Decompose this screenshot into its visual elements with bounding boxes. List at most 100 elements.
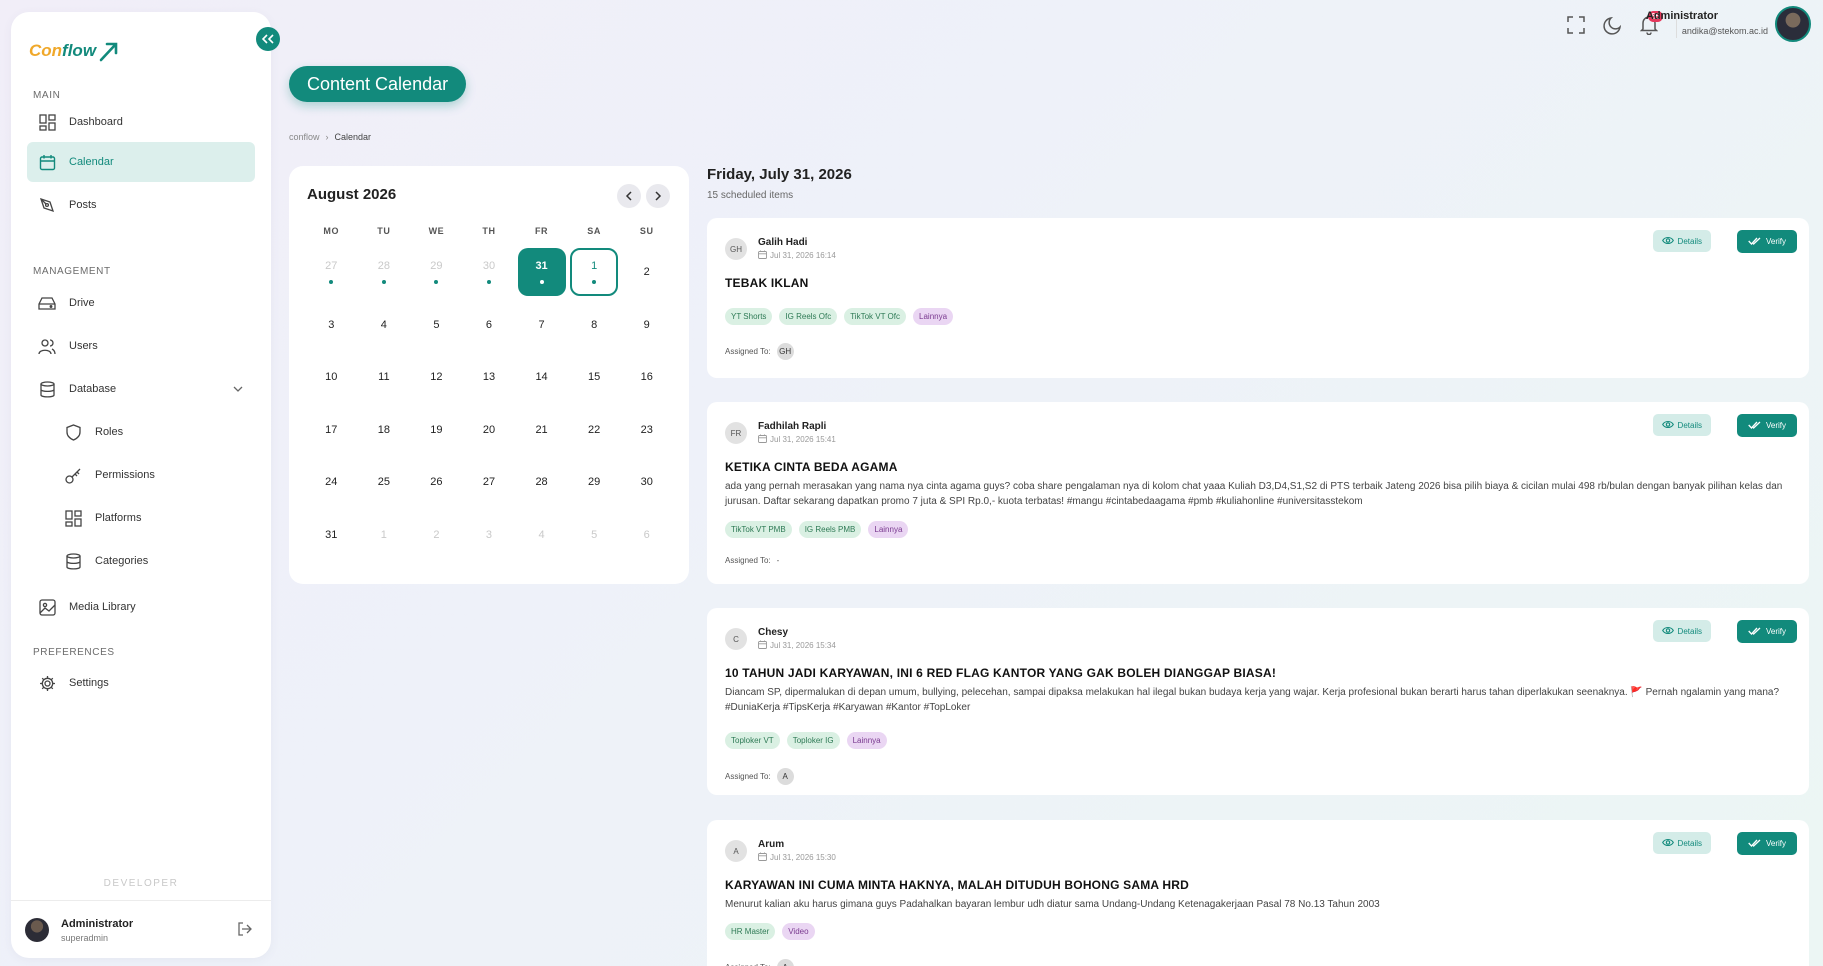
calendar-day[interactable]: 18 [358, 404, 411, 457]
platform-tag: IG Reels PMB [798, 521, 862, 538]
sidebar-item-drive[interactable]: Drive [27, 283, 255, 323]
verify-button[interactable]: Verify [1736, 230, 1797, 253]
calendar-day[interactable]: 3 [305, 299, 358, 352]
chevron-down-icon[interactable] [233, 383, 243, 395]
breadcrumb-item[interactable]: conflow [289, 132, 320, 142]
calendar-day[interactable]: 21 [515, 404, 568, 457]
calendar-day[interactable]: 24 [305, 456, 358, 509]
calendar-day[interactable]: 19 [410, 404, 463, 457]
verify-button[interactable]: Verify [1736, 414, 1797, 437]
calendar-day[interactable]: 16 [620, 351, 673, 404]
platform-tag: HR Master [725, 923, 776, 940]
event-dot [539, 280, 544, 285]
sidebar-item-platforms[interactable]: Platforms [53, 498, 255, 538]
calendar-day[interactable]: 30 [463, 246, 516, 299]
logout-icon[interactable] [237, 921, 253, 942]
platform-tag: IG Reels Ofc [779, 308, 838, 325]
calendar-day[interactable]: 23 [620, 404, 673, 457]
section-preferences: PREFERENCES [33, 647, 115, 658]
next-month-button[interactable] [646, 184, 670, 208]
event-dot [381, 280, 386, 285]
calendar-day[interactable]: 5 [410, 299, 463, 352]
calendar-day[interactable]: 27 [463, 456, 516, 509]
calendar-day[interactable]: 12 [410, 351, 463, 404]
details-button[interactable]: Details [1652, 230, 1711, 252]
calendar-day[interactable]: 3 [463, 509, 516, 562]
sidebar-item-media-library[interactable]: Media Library [27, 587, 255, 627]
verify-button[interactable]: Verify [1736, 832, 1797, 855]
calendar-day[interactable]: 26 [410, 456, 463, 509]
calendar-day[interactable]: 28 [515, 456, 568, 509]
weekday-label: TH [482, 226, 496, 236]
calendar-day[interactable]: 13 [463, 351, 516, 404]
calendar-day[interactable]: 31 [305, 509, 358, 562]
sidebar-item-posts[interactable]: Posts [27, 185, 255, 225]
day-number: 3 [485, 528, 493, 541]
verify-label: Verify [1765, 237, 1786, 246]
verify-button[interactable]: Verify [1736, 620, 1797, 643]
day-number: 23 [640, 423, 653, 436]
sidebar-item-settings[interactable]: Settings [27, 663, 255, 703]
calendar-day[interactable]: 2 [410, 509, 463, 562]
day-number: 10 [325, 371, 338, 384]
calendar-day[interactable]: 29 [410, 246, 463, 299]
moon-icon[interactable] [1601, 13, 1625, 37]
details-button[interactable]: Details [1652, 620, 1711, 642]
sidebar-item-roles[interactable]: Roles [53, 412, 255, 452]
sidebar-item-categories[interactable]: Categories [53, 541, 255, 581]
chevron-right-icon: › [325, 132, 329, 142]
calendar-day[interactable]: 17 [305, 404, 358, 457]
sidebar-item-calendar[interactable]: Calendar [27, 142, 255, 182]
platform-tag: Video [782, 923, 815, 940]
calendar-day[interactable]: 6 [463, 299, 516, 352]
sidebar-item-database[interactable]: Database [27, 369, 255, 409]
calendar-day[interactable]: 29 [568, 456, 621, 509]
author-name: Chesy [758, 627, 789, 638]
calendar-day[interactable]: 28 [358, 246, 411, 299]
calendar-day[interactable]: 1 [358, 509, 411, 562]
calendar-day[interactable]: 22 [568, 404, 621, 457]
author-avatar: GH [725, 238, 747, 260]
logo[interactable]: Conflow [29, 40, 120, 62]
calendar-day-today[interactable]: 1 [568, 246, 621, 299]
fullscreen-icon[interactable] [1564, 13, 1588, 37]
calendar-day[interactable]: 27 [305, 246, 358, 299]
eye-icon [1661, 236, 1674, 247]
details-button[interactable]: Details [1652, 832, 1711, 854]
calendar-day-selected[interactable]: 31 [515, 246, 568, 299]
calendar-day[interactable]: 14 [515, 351, 568, 404]
sidebar-item-users[interactable]: Users [27, 326, 255, 366]
day-number: 29 [430, 260, 443, 273]
day-number: 2 [643, 266, 650, 279]
calendar-day[interactable]: 15 [568, 351, 621, 404]
calendar-day[interactable]: 9 [620, 299, 673, 352]
assignee-avatar: A [776, 959, 794, 966]
author-name: Fadhilah Rapli [758, 421, 827, 432]
calendar-day[interactable]: 7 [515, 299, 568, 352]
calendar-day[interactable]: 25 [358, 456, 411, 509]
avatar[interactable] [1775, 6, 1811, 42]
avatar[interactable] [25, 918, 49, 942]
calendar-icon [758, 852, 767, 863]
calendar-day[interactable]: 6 [620, 509, 673, 562]
calendar-day[interactable]: 2 [620, 246, 673, 299]
sidebar-item-permissions[interactable]: Permissions [53, 455, 255, 495]
calendar-day[interactable]: 11 [358, 351, 411, 404]
calendar-day[interactable]: 4 [515, 509, 568, 562]
author-avatar: C [725, 628, 747, 650]
collapse-sidebar-button[interactable] [256, 27, 280, 51]
platform-tag: Toploker IG [786, 732, 840, 749]
sidebar-item-label: Platforms [95, 512, 142, 524]
calendar-day[interactable]: 4 [358, 299, 411, 352]
sidebar-item-dashboard[interactable]: Dashboard [27, 102, 255, 142]
prev-month-button[interactable] [617, 184, 641, 208]
calendar-day[interactable]: 20 [463, 404, 516, 457]
day-number: 14 [535, 371, 548, 384]
calendar-day[interactable]: 5 [568, 509, 621, 562]
details-button[interactable]: Details [1652, 414, 1711, 436]
calendar-day[interactable]: 8 [568, 299, 621, 352]
footer-user-name: Administrator [61, 918, 134, 930]
calendar-day[interactable]: 30 [620, 456, 673, 509]
day-number: 13 [482, 371, 496, 384]
calendar-day[interactable]: 10 [305, 351, 358, 404]
